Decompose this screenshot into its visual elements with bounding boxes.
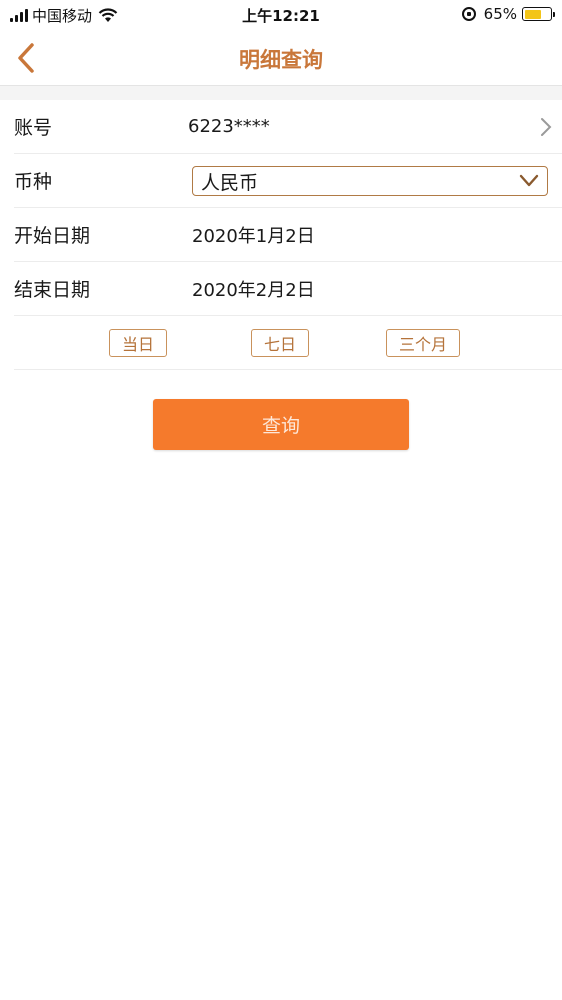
nav-bar: 明细查询 [0,30,562,86]
battery-percent: 65% [483,5,517,23]
battery-icon [522,7,555,21]
range-today-button[interactable]: 当日 [109,329,167,357]
account-label: 账号 [14,117,53,139]
range-seven-days-button[interactable]: 七日 [251,329,309,357]
query-button[interactable]: 查询 [153,399,409,450]
account-row[interactable]: 账号 6223**** [14,100,562,154]
page-title: 明细查询 [239,48,323,72]
status-right: 65% [461,5,555,23]
start-date-value: 2020年1月2日 [192,225,315,247]
quick-range-row: 当日 七日 三个月 [14,316,562,370]
currency-label: 币种 [14,171,53,193]
end-date-value: 2020年2月2日 [192,279,315,301]
rotation-lock-icon [461,7,476,21]
start-date-row[interactable]: 开始日期 2020年1月2日 [14,208,562,262]
currency-row: 币种 人民币 [14,154,562,208]
chevron-right-icon [541,118,552,136]
range-three-months-button[interactable]: 三个月 [386,329,460,357]
currency-select[interactable]: 人民币 [192,166,548,196]
start-date-label: 开始日期 [14,225,91,247]
end-date-label: 结束日期 [14,279,91,301]
battery-fill [524,9,541,19]
account-value: 6223**** [188,116,270,137]
end-date-row[interactable]: 结束日期 2020年2月2日 [14,262,562,316]
query-form: 账号 6223**** 币种 人民币 开始日期 2020年1月2日 结束日期 2… [0,100,562,370]
status-bar: 中国移动 上午12:21 65% [0,0,562,30]
chevron-down-icon [519,174,539,187]
section-divider [0,86,562,100]
currency-selected-value: 人民币 [201,171,259,194]
